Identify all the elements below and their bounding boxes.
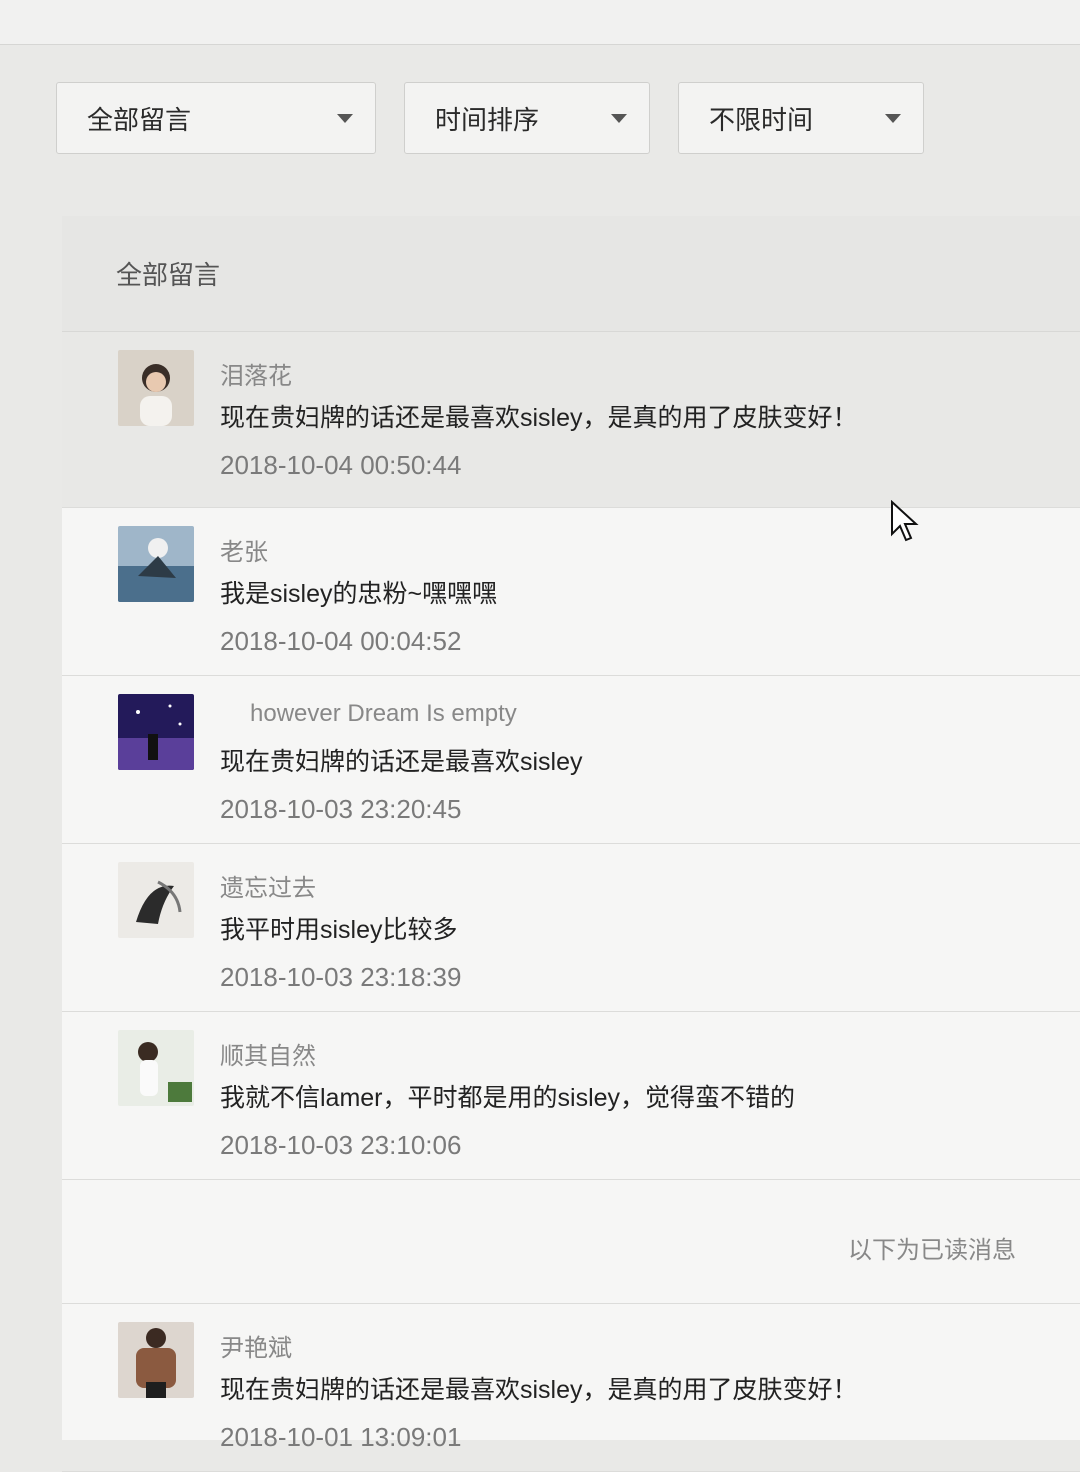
avatar[interactable] — [118, 526, 194, 602]
chevron-down-icon — [337, 113, 353, 123]
time-range-select[interactable]: 不限时间 — [678, 82, 924, 154]
message-text: 现在贵妇牌的话还是最喜欢sisley — [220, 748, 583, 776]
avatar[interactable] — [118, 350, 194, 426]
message-item[interactable]: 老张 我是sisley的忠粉~嘿嘿嘿 2018-10-04 00:04:52 — [62, 508, 1080, 676]
message-time: 2018-10-04 00:50:44 — [220, 450, 462, 480]
message-author[interactable]: 泪落花 — [220, 356, 292, 391]
chevron-down-icon — [611, 113, 627, 123]
message-time: 2018-10-03 23:20:45 — [220, 794, 462, 824]
message-author[interactable]: 尹艳斌 — [220, 1328, 292, 1363]
message-author[interactable]: 老张 — [220, 532, 268, 567]
read-divider-label: 以下为已读消息 — [848, 1237, 1016, 1264]
message-time: 2018-10-03 23:18:39 — [220, 962, 462, 992]
message-text: 现在贵妇牌的话还是最喜欢sisley，是真的用了皮肤变好！ — [220, 1376, 858, 1404]
message-panel: 全部留言 泪落花 现在贵妇牌的话还是最喜欢sisley，是真的用了皮肤变好！ 2… — [62, 216, 1080, 1472]
chevron-down-icon — [885, 113, 901, 123]
avatar[interactable] — [118, 694, 194, 770]
read-divider: 以下为已读消息 — [62, 1180, 1080, 1304]
message-text: 我是sisley的忠粉~嘿嘿嘿 — [220, 580, 498, 608]
message-time: 2018-10-01 13:09:01 — [220, 1422, 462, 1452]
sort-order-select[interactable]: 时间排序 — [404, 82, 650, 154]
message-time: 2018-10-04 00:04:52 — [220, 626, 462, 656]
avatar[interactable] — [118, 1030, 194, 1106]
message-text: 我平时用sisley比较多 — [220, 916, 458, 944]
message-text: 我就不信lamer，平时都是用的sisley，觉得蛮不错的 — [220, 1084, 796, 1112]
avatar[interactable] — [118, 862, 194, 938]
message-item[interactable]: 顺其自然 我就不信lamer，平时都是用的sisley，觉得蛮不错的 2018-… — [62, 1012, 1080, 1180]
message-time: 2018-10-03 23:10:06 — [220, 1130, 462, 1160]
message-author[interactable]: 遗忘过去 — [220, 868, 316, 903]
time-range-select-label: 不限时间 — [709, 104, 814, 135]
top-bar — [0, 0, 1080, 45]
message-item[interactable]: however Dream Is empty 现在贵妇牌的话还是最喜欢sisle… — [62, 676, 1080, 844]
message-text: 现在贵妇牌的话还是最喜欢sisley，是真的用了皮肤变好！ — [220, 404, 858, 432]
message-author[interactable]: however Dream Is empty — [250, 700, 517, 728]
panel-title: 全部留言 — [62, 216, 1080, 332]
sort-order-select-label: 时间排序 — [435, 104, 540, 135]
message-author[interactable]: 顺其自然 — [220, 1036, 316, 1071]
avatar[interactable] — [118, 1322, 194, 1398]
message-item[interactable]: 尹艳斌 现在贵妇牌的话还是最喜欢sisley，是真的用了皮肤变好！ 2018-1… — [62, 1304, 1080, 1472]
message-item[interactable]: 泪落花 现在贵妇牌的话还是最喜欢sisley，是真的用了皮肤变好！ 2018-1… — [62, 332, 1080, 508]
message-type-select-label: 全部留言 — [87, 104, 192, 135]
mouse-cursor-icon — [891, 500, 919, 542]
message-item[interactable]: 遗忘过去 我平时用sisley比较多 2018-10-03 23:18:39 — [62, 844, 1080, 1012]
filter-bar: 全部留言 时间排序 不限时间 — [56, 82, 924, 156]
message-type-select[interactable]: 全部留言 — [56, 82, 376, 154]
